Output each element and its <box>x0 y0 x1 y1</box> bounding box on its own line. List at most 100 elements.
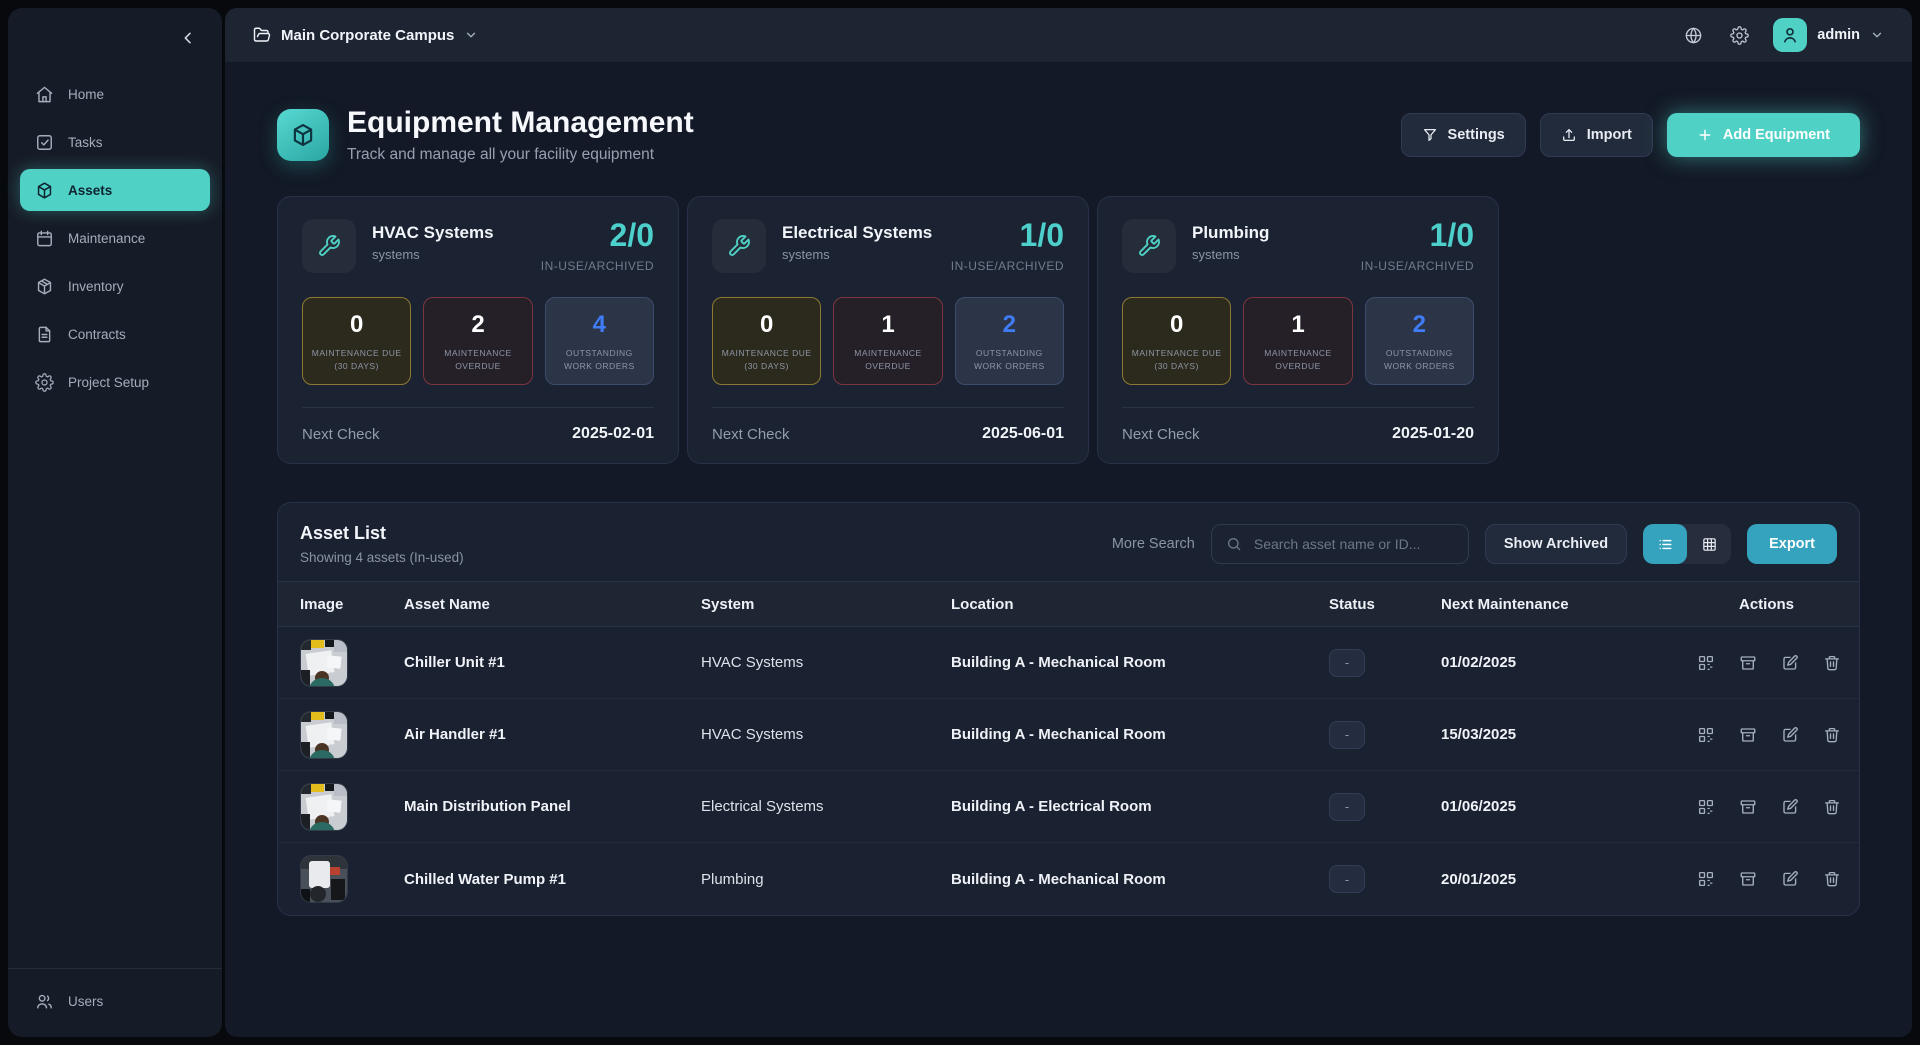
archive-button[interactable] <box>1738 725 1758 745</box>
asset-thumbnail <box>300 639 348 687</box>
sidebar-item-inventory[interactable]: Inventory <box>20 265 210 307</box>
asset-system: HVAC Systems <box>701 726 951 743</box>
system-card-electrical[interactable]: Electrical Systems systems 1/0 IN-USE/AR… <box>687 196 1089 464</box>
in-use-ratio: 2/0 <box>541 219 654 251</box>
sidebar-item-tasks[interactable]: Tasks <box>20 121 210 163</box>
qr-code-button[interactable] <box>1696 869 1716 889</box>
sidebar-item-project-setup[interactable]: Project Setup <box>20 361 210 403</box>
table-row[interactable]: Main Distribution Panel Electrical Syste… <box>278 771 1859 843</box>
next-check-date: 2025-02-01 <box>572 425 654 443</box>
system-card-hvac[interactable]: HVAC Systems systems 2/0 IN-USE/ARCHIVED… <box>277 196 679 464</box>
topbar: Main Corporate Campus <box>225 8 1912 62</box>
add-equipment-button[interactable]: Add Equipment <box>1667 113 1860 157</box>
sidebar-item-label: Home <box>68 87 104 102</box>
qr-code-button[interactable] <box>1696 797 1716 817</box>
avatar <box>1773 18 1807 52</box>
cube-icon <box>34 180 54 200</box>
table-row[interactable]: Chilled Water Pump #1 Plumbing Building … <box>278 843 1859 915</box>
delete-button[interactable] <box>1822 869 1842 889</box>
document-icon <box>34 324 54 344</box>
upload-icon <box>1561 127 1577 143</box>
chevron-down-icon <box>1870 28 1884 42</box>
in-use-ratio: 1/0 <box>951 219 1064 251</box>
sidebar-item-maintenance[interactable]: Maintenance <box>20 217 210 259</box>
card-subtitle: systems <box>372 247 494 262</box>
stat-maintenance-due: 0 MAINTENANCE DUE (30 DAYS) <box>712 297 821 385</box>
asset-list-title: Asset List <box>300 523 464 544</box>
qr-code-button[interactable] <box>1696 725 1716 745</box>
home-icon <box>34 84 54 104</box>
wrench-icon <box>1122 219 1176 273</box>
sidebar-item-assets[interactable]: Assets <box>20 169 210 211</box>
in-use-ratio-label: IN-USE/ARCHIVED <box>951 259 1064 273</box>
plus-icon <box>1697 127 1713 143</box>
show-archived-button[interactable]: Show Archived <box>1485 524 1627 564</box>
asset-search <box>1211 524 1469 564</box>
asset-list-subtitle: Showing 4 assets (In-used) <box>300 550 464 565</box>
col-location: Location <box>951 596 1329 613</box>
sidebar-item-users[interactable]: Users <box>20 980 210 1022</box>
card-subtitle: systems <box>1192 247 1269 262</box>
next-maintenance-date: 15/03/2025 <box>1441 726 1696 743</box>
card-title: HVAC Systems <box>372 222 494 243</box>
user-menu[interactable]: admin <box>1773 18 1884 52</box>
language-button[interactable] <box>1681 23 1705 47</box>
col-next-maintenance: Next Maintenance <box>1441 596 1696 613</box>
app-root: Home Tasks Assets Maintenance <box>0 0 1920 1045</box>
edit-button[interactable] <box>1780 869 1800 889</box>
delete-button[interactable] <box>1822 797 1842 817</box>
view-toggle <box>1643 524 1731 564</box>
status-badge: - <box>1329 721 1365 749</box>
import-button[interactable]: Import <box>1540 113 1653 157</box>
export-button[interactable]: Export <box>1747 524 1837 564</box>
equipment-icon <box>277 109 329 161</box>
asset-thumbnail <box>300 711 348 759</box>
edit-button[interactable] <box>1780 653 1800 673</box>
asset-list-panel: Asset List Showing 4 assets (In-used) Mo… <box>277 502 1860 916</box>
settings-button[interactable]: Settings <box>1401 113 1526 157</box>
sidebar-item-contracts[interactable]: Contracts <box>20 313 210 355</box>
stat-maintenance-overdue: 1 MAINTENANCE OVERDUE <box>1243 297 1352 385</box>
archive-button[interactable] <box>1738 869 1758 889</box>
sidebar-collapse-button[interactable] <box>176 26 200 50</box>
asset-location: Building A - Electrical Room <box>951 798 1329 815</box>
table-row[interactable]: Chiller Unit #1 HVAC Systems Building A … <box>278 627 1859 699</box>
sidebar-item-label: Users <box>68 994 103 1009</box>
archive-button[interactable] <box>1738 653 1758 673</box>
next-maintenance-date: 01/06/2025 <box>1441 798 1696 815</box>
edit-button[interactable] <box>1780 725 1800 745</box>
sidebar-item-label: Contracts <box>68 327 126 342</box>
chevron-down-icon <box>464 28 478 42</box>
col-status: Status <box>1329 596 1441 613</box>
system-card-plumbing[interactable]: Plumbing systems 1/0 IN-USE/ARCHIVED 0 M… <box>1097 196 1499 464</box>
search-input[interactable] <box>1252 535 1454 553</box>
edit-button[interactable] <box>1780 797 1800 817</box>
in-use-ratio-label: IN-USE/ARCHIVED <box>541 259 654 273</box>
in-use-ratio-label: IN-USE/ARCHIVED <box>1361 259 1474 273</box>
sidebar-item-label: Tasks <box>68 135 103 150</box>
sidebar-item-home[interactable]: Home <box>20 73 210 115</box>
asset-name: Chilled Water Pump #1 <box>404 871 701 888</box>
next-check-label: Next Check <box>712 426 790 443</box>
more-search-link[interactable]: More Search <box>1112 536 1195 552</box>
grid-icon <box>1701 536 1718 553</box>
col-actions: Actions <box>1696 596 1837 613</box>
calendar-icon <box>34 228 54 248</box>
qr-code-button[interactable] <box>1696 653 1716 673</box>
system-cards: HVAC Systems systems 2/0 IN-USE/ARCHIVED… <box>277 196 1860 464</box>
col-asset-name: Asset Name <box>404 596 701 613</box>
settings-button-topbar[interactable] <box>1727 23 1751 47</box>
status-badge: - <box>1329 649 1365 677</box>
asset-system: Plumbing <box>701 871 951 888</box>
table-row[interactable]: Air Handler #1 HVAC Systems Building A -… <box>278 699 1859 771</box>
grid-view-button[interactable] <box>1687 524 1731 564</box>
delete-button[interactable] <box>1822 725 1842 745</box>
list-view-button[interactable] <box>1643 524 1687 564</box>
archive-button[interactable] <box>1738 797 1758 817</box>
project-selector[interactable]: Main Corporate Campus <box>253 26 478 44</box>
col-system: System <box>701 596 951 613</box>
stat-maintenance-due: 0 MAINTENANCE DUE (30 DAYS) <box>1122 297 1231 385</box>
delete-button[interactable] <box>1822 653 1842 673</box>
next-check-date: 2025-01-20 <box>1392 425 1474 443</box>
next-maintenance-date: 20/01/2025 <box>1441 871 1696 888</box>
